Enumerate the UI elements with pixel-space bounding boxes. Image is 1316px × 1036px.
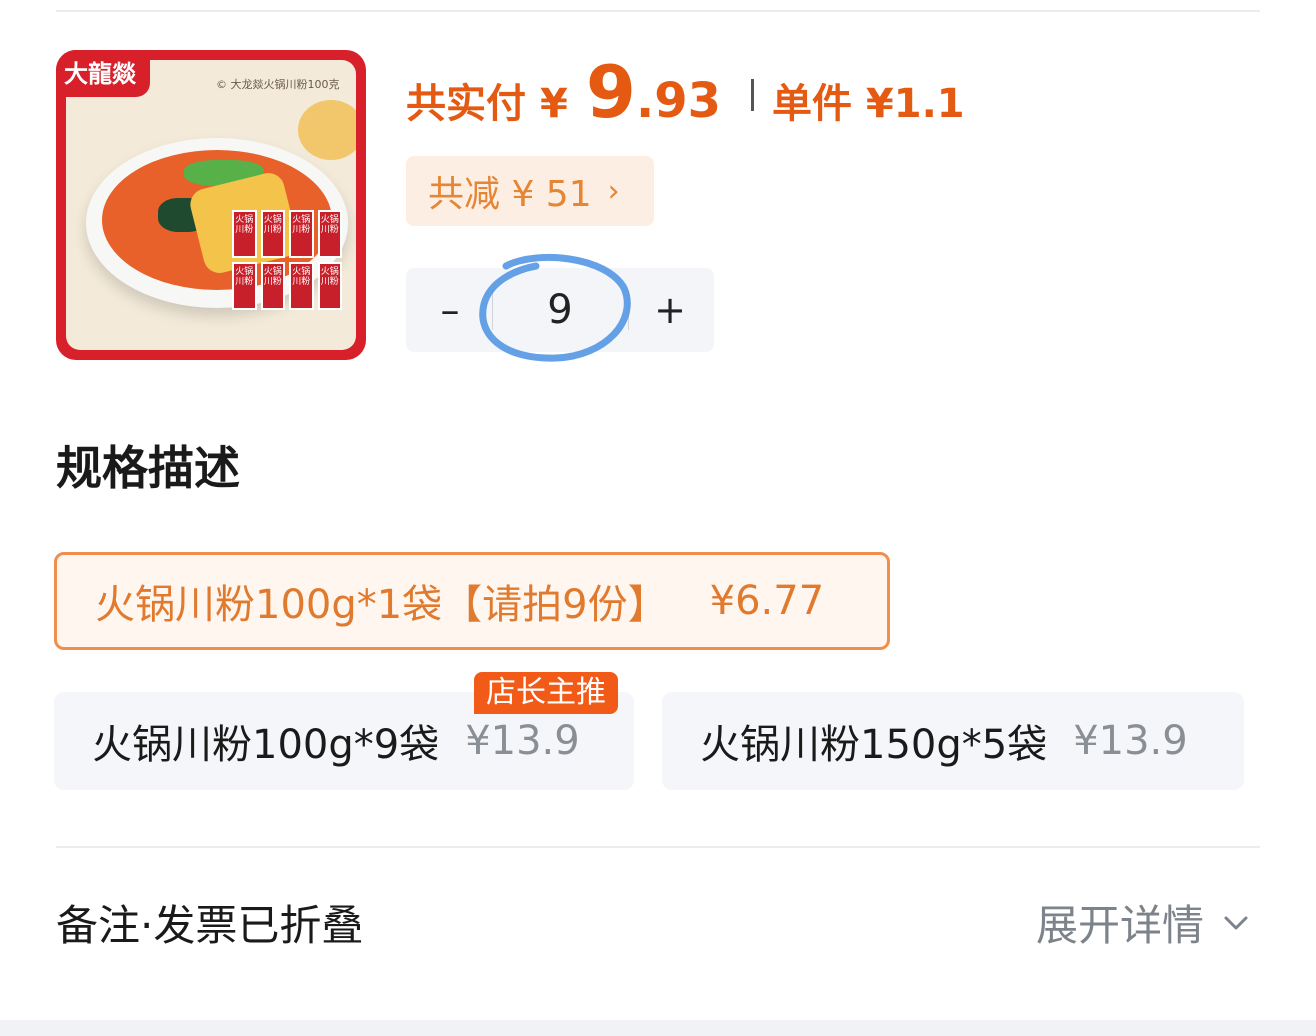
chevron-right-icon: › <box>607 173 620 209</box>
package-item: 火锅川粉 <box>317 262 342 310</box>
spec-section-title: 规格描述 <box>56 441 240 495</box>
discount-button[interactable]: 共减 ¥ 51 › <box>406 156 654 226</box>
total-price-integer: 9 <box>585 50 636 134</box>
top-divider <box>56 10 1260 12</box>
price-separator <box>750 79 754 111</box>
spec-option-price: ¥13.9 <box>1073 718 1188 764</box>
footer-band <box>0 1020 1316 1036</box>
spec-option-price: ¥13.9 <box>465 718 580 764</box>
spec-option-price: ¥6.77 <box>709 578 825 624</box>
quantity-stepper: – 9 + <box>406 268 714 352</box>
brand-logo: 大龍燚 <box>56 50 150 97</box>
package-group: 火锅川粉 火锅川粉 火锅川粉 火锅川粉 火锅川粉 火锅川粉 火锅川粉 火锅川粉 <box>232 210 342 310</box>
decrease-button[interactable]: – <box>410 268 490 352</box>
spec-option-name: 火锅川粉150g*5袋 <box>700 722 1048 768</box>
stepper-divider <box>628 290 629 330</box>
notes-invoice-label: 备注·发票已折叠 <box>56 901 364 950</box>
package-item: 火锅川粉 <box>317 210 342 258</box>
package-item: 火锅川粉 <box>260 210 285 258</box>
chevron-down-icon <box>1224 916 1248 929</box>
package-item: 火锅川粉 <box>232 210 257 258</box>
chickpeas-decoration <box>298 100 356 160</box>
product-photo: 火锅川粉 火锅川粉 火锅川粉 火锅川粉 火锅川粉 火锅川粉 火锅川粉 火锅川粉 <box>66 60 356 350</box>
spec-option[interactable]: 火锅川粉150g*5袋 ¥13.9 <box>662 692 1244 790</box>
spec-option-name: 火锅川粉100g*1袋【请拍9份】 <box>95 582 668 628</box>
package-item: 火锅川粉 <box>289 262 314 310</box>
discount-label: 共减 ¥ 51 <box>428 174 592 215</box>
section-divider <box>56 846 1260 848</box>
total-price-row: 共实付 ¥ 9 .93 单件 ¥1.1 <box>406 50 965 140</box>
spec-option-selected[interactable]: 火锅川粉100g*1袋【请拍9份】 ¥6.77 <box>54 552 890 650</box>
unit-price: 单件 ¥1.1 <box>771 81 965 127</box>
increase-button[interactable]: + <box>630 268 710 352</box>
product-image[interactable]: 火锅川粉 火锅川粉 火锅川粉 火锅川粉 火锅川粉 火锅川粉 火锅川粉 火锅川粉 … <box>56 50 366 360</box>
package-item: 火锅川粉 <box>232 262 257 310</box>
expand-details-button[interactable]: 展开详情 <box>1036 892 1250 953</box>
package-item: 火锅川粉 <box>289 210 314 258</box>
total-price-decimal: .93 <box>635 73 721 129</box>
package-item: 火锅川粉 <box>260 262 285 310</box>
expand-details-label: 展开详情 <box>1035 901 1204 950</box>
currency-symbol: ¥ <box>540 81 568 127</box>
quantity-value[interactable]: 9 <box>492 268 628 352</box>
spec-option-name: 火锅川粉100g*9袋 <box>92 722 440 768</box>
image-caption: © 大龙燚火锅川粉100克 <box>216 78 340 91</box>
recommend-badge: 店长主推 <box>474 672 618 714</box>
total-paid-label: 共实付 <box>406 81 526 127</box>
